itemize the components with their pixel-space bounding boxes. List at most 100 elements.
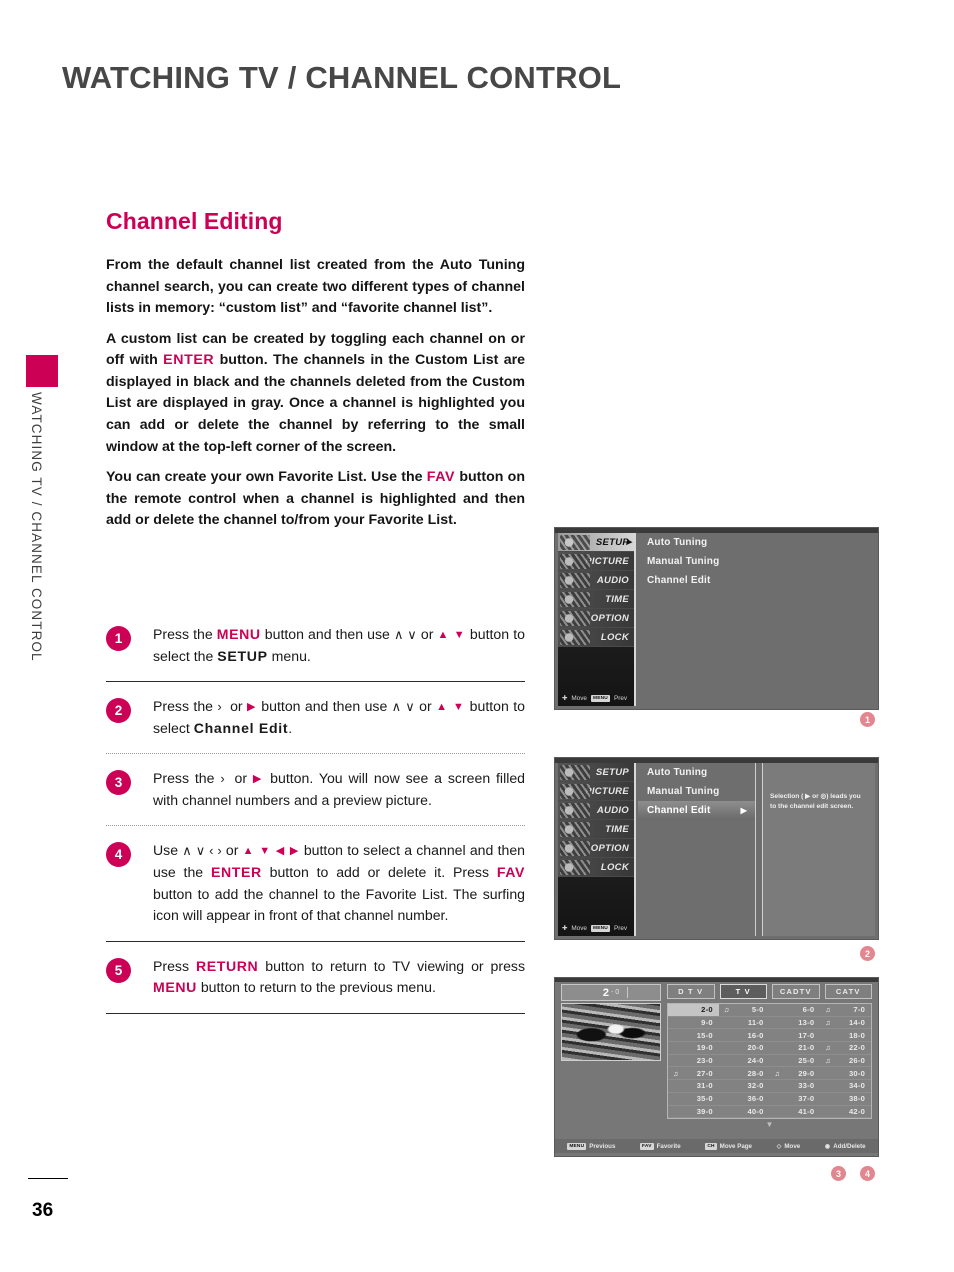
channel-cell[interactable]: ♫ 22-0 [820, 1042, 871, 1054]
osd-category-label: SETUP [595, 536, 629, 548]
osd-category-setup[interactable]: SETUP [558, 763, 634, 782]
osd-category-label: AUDIO [596, 804, 629, 816]
osd-category-audio[interactable]: AUDIO [558, 801, 634, 820]
channel-cell[interactable]: 39-0 [668, 1106, 719, 1118]
scroll-down-icon[interactable]: ▼ [668, 1120, 871, 1129]
channel-number: 42-0 [849, 1106, 865, 1116]
channel-cell[interactable]: 18-0 [820, 1029, 871, 1041]
channel-cell[interactable]: 9-0 [668, 1017, 719, 1029]
channel-cell[interactable]: 42-0 [820, 1106, 871, 1118]
osd-category-lock[interactable]: LOCK [558, 628, 634, 647]
channel-number: 17-0 [798, 1030, 815, 1040]
channel-cell[interactable]: 37-0 [770, 1093, 821, 1105]
osd-category-time[interactable]: TIME [558, 590, 634, 609]
channel-number: 38-0 [849, 1094, 865, 1104]
osd-category-time[interactable]: TIME [558, 820, 634, 839]
channel-edit-footer: MENU Previous FAV Favorite CH Move Page ◇ Mo… [555, 1139, 878, 1153]
channel-cell[interactable]: 40-0 [719, 1106, 770, 1118]
step-4-text: Use ∧ ∨ ‹ › or ▲ ▼ ◀ ▶ button to select … [153, 840, 525, 926]
tab-cadtv[interactable]: CADTV [772, 984, 820, 999]
channel-cell[interactable]: 11-0 [719, 1017, 770, 1029]
right-chevron-icon: › [220, 771, 225, 787]
tab-dtv[interactable]: D T V [667, 984, 715, 999]
osd-category-audio[interactable]: AUDIO [558, 571, 634, 590]
channel-cell[interactable]: 34-0 [820, 1080, 871, 1092]
osd-option-auto-tuning[interactable]: Auto Tuning [638, 533, 875, 552]
t: . [288, 719, 293, 736]
channel-cell[interactable]: ♫ 14-0 [820, 1017, 871, 1029]
channel-cell[interactable]: 33-0 [770, 1080, 821, 1092]
osd-category-option[interactable]: OPTION [558, 609, 634, 628]
channel-cell[interactable]: 19-0 [668, 1042, 719, 1054]
callout-3: 3 [831, 1166, 846, 1181]
channel-cell[interactable]: 23-0 [668, 1055, 719, 1067]
footer-favorite: FAV Favorite [640, 1142, 681, 1150]
preview-thumbnail [561, 1003, 661, 1061]
setup-icon [560, 765, 590, 780]
osd-option-manual-tuning[interactable]: Manual Tuning [638, 552, 875, 571]
channel-number: 24-0 [747, 1056, 764, 1066]
channel-cell[interactable]: ♫ 5-0 [719, 1004, 770, 1016]
footer-label: Add/Delete [833, 1142, 866, 1150]
channel-cell[interactable]: 17-0 [770, 1029, 821, 1041]
table-row: 35-0 36-0 37-0 38-0 [668, 1093, 871, 1106]
step-1-text: Press the MENU button and then use ∧ ∨ o… [153, 624, 525, 667]
osd-category-label: SETUP [595, 766, 629, 778]
channel-cell[interactable]: 30-0 [820, 1067, 871, 1079]
channel-number: 29-0 [798, 1068, 815, 1078]
surfing-icon: ♫ [774, 1068, 781, 1078]
side-tab-marker [26, 355, 58, 387]
step-number-badge: 5 [106, 957, 131, 983]
channel-cell[interactable]: ♫ 7-0 [820, 1004, 871, 1016]
channel-cell[interactable]: ♫ 27-0 [668, 1067, 719, 1079]
move-hint-label: Move [571, 924, 587, 932]
channel-cell[interactable]: 41-0 [770, 1106, 821, 1118]
picture-icon [560, 554, 590, 569]
option-icon [560, 841, 590, 856]
channel-cell[interactable]: 21-0 [770, 1042, 821, 1054]
audio-icon [560, 803, 590, 818]
channel-cell[interactable]: 28-0 [719, 1067, 770, 1079]
table-row: 15-0 16-0 17-0 18-0 [668, 1029, 871, 1043]
channel-cell[interactable]: 15-0 [668, 1029, 719, 1041]
channel-cell[interactable]: 16-0 [719, 1029, 770, 1041]
osd-option-auto-tuning[interactable]: Auto Tuning [638, 763, 755, 782]
channel-cell[interactable]: 31-0 [668, 1080, 719, 1092]
channel-cell[interactable]: 13-0 [770, 1017, 821, 1029]
osd-category-setup[interactable]: SETUP ▶ [558, 533, 634, 552]
channel-cell[interactable]: 20-0 [719, 1042, 770, 1054]
t: Press [153, 957, 196, 974]
channel-cell[interactable]: ♫ 29-0 [770, 1067, 821, 1079]
channel-cell[interactable]: 25-0 [770, 1055, 821, 1067]
setup-icon [560, 535, 590, 550]
osd-option-label: Channel Edit [647, 805, 711, 816]
steps-list: 1 Press the MENU button and then use ∧ ∨… [106, 610, 525, 1014]
tab-catv[interactable]: CATV [824, 984, 872, 999]
osd-category-picture[interactable]: PICTURE [558, 782, 634, 801]
channel-cell[interactable]: 35-0 [668, 1093, 719, 1105]
footer-label: Previous [589, 1142, 616, 1150]
footer-move-page: CH Move Page [705, 1142, 752, 1150]
menu-keycap-icon: MENU [567, 1142, 587, 1150]
channel-cell[interactable]: 32-0 [719, 1080, 770, 1092]
table-row: 31-0 32-0 33-0 34-0 [668, 1080, 871, 1093]
channel-number: 23-0 [696, 1056, 713, 1066]
osd-category-picture[interactable]: PICTURE [558, 552, 634, 571]
osd-category-label: OPTION [590, 612, 629, 624]
channel-cell[interactable]: 24-0 [719, 1055, 770, 1067]
channel-cell[interactable]: 36-0 [719, 1093, 770, 1105]
osd-option-channel-edit[interactable]: Channel Edit ▶ [638, 801, 755, 820]
osd-option-channel-edit[interactable]: Channel Edit [638, 571, 875, 590]
tab-tv[interactable]: T V [719, 984, 767, 999]
channel-cell[interactable]: 6-0 [770, 1004, 821, 1016]
footer-label: Move Page [719, 1142, 752, 1150]
channel-cell[interactable]: ♫ 26-0 [820, 1055, 871, 1067]
osd-category-label: LOCK [600, 631, 629, 643]
osd-option-manual-tuning[interactable]: Manual Tuning [638, 782, 755, 801]
osd-category-option[interactable]: OPTION [558, 839, 634, 858]
channel-number: 37-0 [798, 1094, 815, 1104]
osd-category-lock[interactable]: LOCK [558, 858, 634, 877]
table-row: 39-0 40-0 41-0 42-0 [668, 1106, 871, 1119]
channel-cell[interactable]: 2-0 [668, 1004, 719, 1016]
channel-cell[interactable]: 38-0 [820, 1093, 871, 1105]
